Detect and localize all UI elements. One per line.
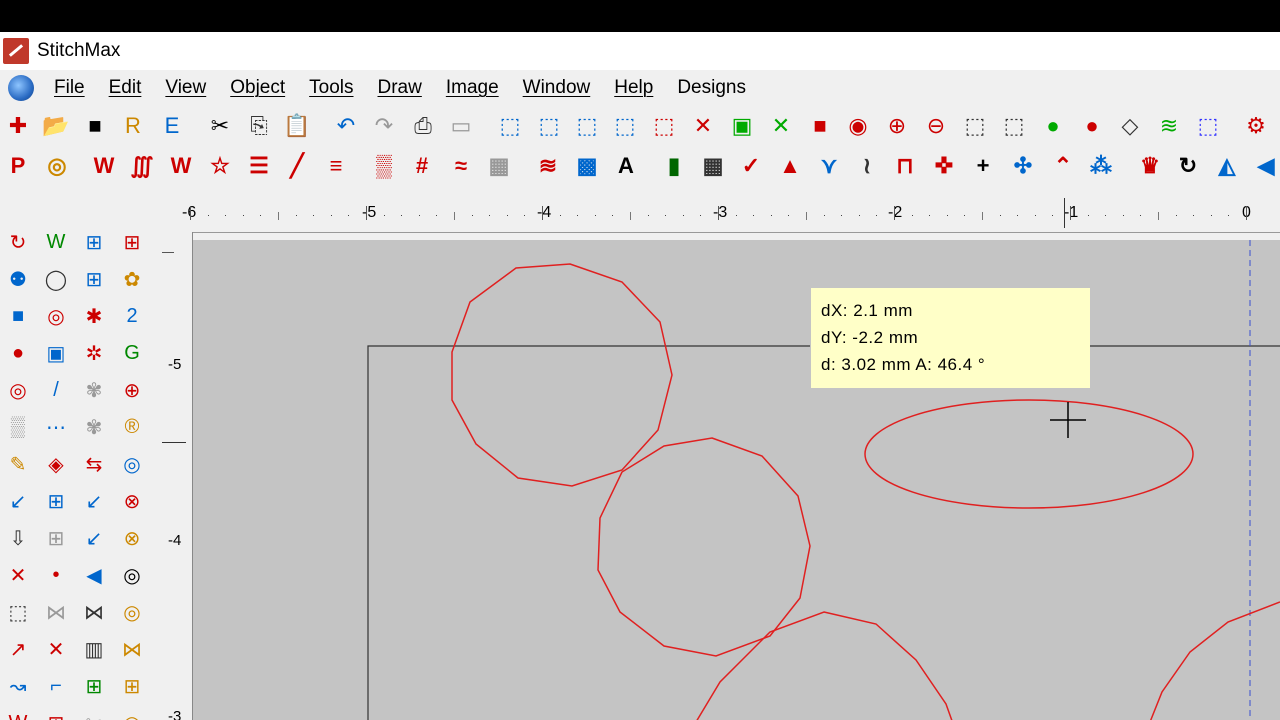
app-window: StitchMax File Edit View Object Tools Dr… xyxy=(0,32,1280,720)
tooltip-dy: dY: -2.2 mm xyxy=(821,328,919,347)
ellipse-object xyxy=(864,399,1194,509)
circle-object xyxy=(597,437,811,657)
hoop-frame xyxy=(367,345,810,720)
circle-object xyxy=(696,611,953,720)
tooltip-dx: dX: 2.1 mm xyxy=(821,301,913,320)
circle-object xyxy=(451,263,673,487)
circle-object xyxy=(1149,601,1280,720)
tooltip-distance: d: 3.02 mm A: 46.4 ° xyxy=(821,355,986,374)
measure-tooltip: dX: 2.1 mm dY: -2.2 mm d: 3.02 mm A: 46.… xyxy=(811,288,1090,388)
crosshair-cursor xyxy=(1050,402,1086,438)
